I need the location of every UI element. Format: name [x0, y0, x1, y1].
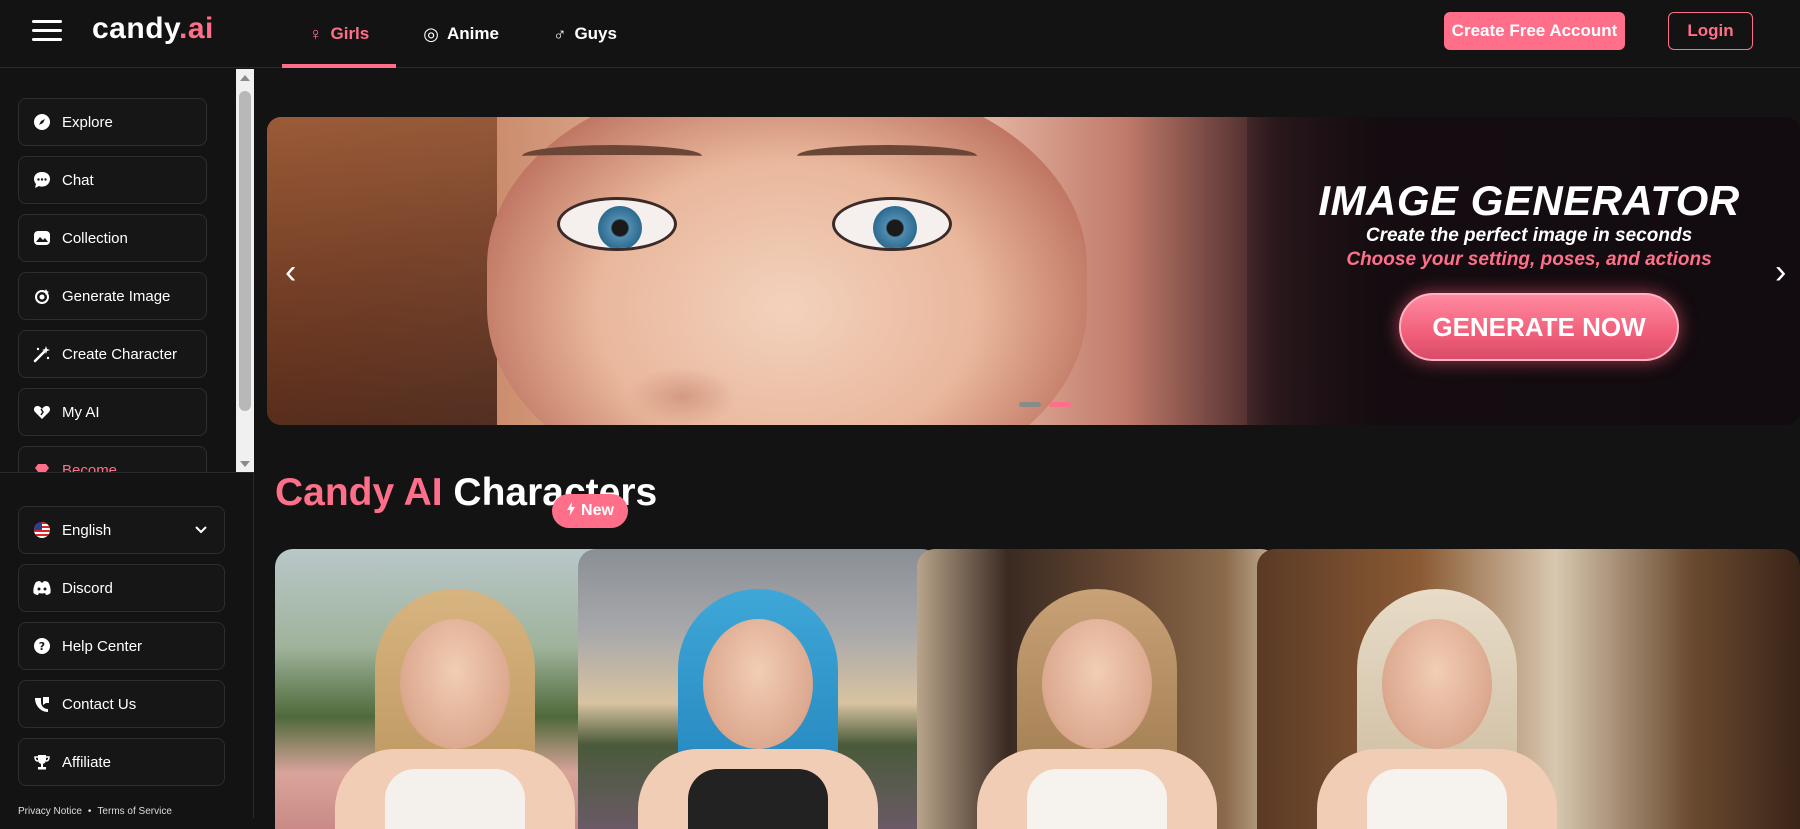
- footer-links: Privacy Notice • Terms of Service: [18, 806, 172, 817]
- card-outfit: [1027, 769, 1167, 829]
- us-flag-icon: [32, 520, 52, 540]
- separator-dot: •: [87, 806, 92, 817]
- anime-swirl-icon: ◎: [423, 24, 439, 44]
- sidebar-item-collection[interactable]: Collection: [18, 214, 207, 262]
- banner-nose: [627, 367, 737, 425]
- card-face: [400, 619, 510, 749]
- chat-bubble-icon: [32, 170, 52, 190]
- sidebar-item-become[interactable]: Become: [18, 446, 207, 473]
- card-outfit: [688, 769, 828, 829]
- scroll-down-arrow[interactable]: [240, 461, 250, 467]
- lightning-icon: [566, 501, 576, 521]
- sidebar-item-label: Collection: [62, 229, 128, 247]
- contact-icon: [32, 694, 52, 714]
- sidebar-item-discord[interactable]: Discord: [18, 564, 225, 612]
- top-header: candy.ai ♀ Girls ◎ Anime ♂ Guys Create F…: [0, 0, 1800, 68]
- language-select[interactable]: English: [18, 506, 225, 554]
- sidebar-item-generate-image[interactable]: Generate Image: [18, 272, 207, 320]
- banner-subtitle: Create the perfect image in seconds: [1365, 225, 1693, 246]
- logo[interactable]: candy.ai: [92, 12, 214, 46]
- logo-main: candy: [92, 12, 179, 45]
- character-card[interactable]: [578, 549, 940, 829]
- banner-brow-left: [522, 145, 702, 167]
- trophy-icon: [32, 752, 52, 772]
- help-icon: ?: [32, 636, 52, 656]
- sidebar-item-chat[interactable]: Chat: [18, 156, 207, 204]
- sidebar-item-contact-us[interactable]: Contact Us: [18, 680, 225, 728]
- banner-brow-right: [797, 145, 977, 167]
- hero-banner[interactable]: IMAGE GENERATOR Create the perfect image…: [267, 117, 1800, 425]
- tab-girls[interactable]: ♀ Girls: [282, 0, 397, 68]
- create-account-button[interactable]: Create Free Account: [1444, 12, 1625, 50]
- magic-wand-icon: [32, 344, 52, 364]
- new-badge: New: [552, 494, 628, 528]
- badge-label: New: [581, 502, 614, 519]
- carousel-dot[interactable]: [1019, 402, 1041, 407]
- banner-dark-panel: [1247, 117, 1800, 425]
- sidebar-item-explore[interactable]: Explore: [18, 98, 207, 146]
- generate-now-button[interactable]: GENERATE NOW: [1399, 293, 1679, 361]
- sidebar-item-affiliate[interactable]: Affiliate: [18, 738, 225, 786]
- banner-collage-image: [267, 117, 497, 425]
- menu-icon[interactable]: [32, 20, 62, 42]
- female-icon: ♀: [309, 24, 323, 44]
- sidebar-item-create-character[interactable]: Create Character: [18, 330, 207, 378]
- carousel-dots: [1019, 402, 1071, 407]
- banner-eye-right: [832, 197, 952, 251]
- sidebar-nav: Explore Chat Collection Generate Image C…: [0, 69, 254, 473]
- sidebar-item-label: Affiliate: [62, 753, 111, 771]
- banner-eye-left: [557, 197, 677, 251]
- carousel-dot-active[interactable]: [1049, 402, 1071, 407]
- login-button[interactable]: Login: [1668, 12, 1753, 50]
- chevron-down-icon: [194, 522, 208, 539]
- sidebar-item-label: Help Center: [62, 637, 143, 655]
- scroll-thumb[interactable]: [239, 91, 251, 411]
- sidebar-item-label: Generate Image: [62, 287, 171, 305]
- diamond-icon: [32, 460, 52, 472]
- sidebar: Explore Chat Collection Generate Image C…: [0, 69, 254, 818]
- chevron-right-icon[interactable]: ›: [1775, 255, 1786, 289]
- sidebar-scrollbar[interactable]: [236, 69, 254, 472]
- section-title-accent: Candy AI: [275, 471, 443, 514]
- sidebar-item-label: Chat: [62, 171, 94, 189]
- category-tabs: ♀ Girls ◎ Anime ♂ Guys: [282, 0, 644, 68]
- sidebar-item-label: My AI: [62, 403, 100, 421]
- sidebar-item-label: Explore: [62, 113, 113, 131]
- sidebar-item-label: Become: [62, 461, 118, 473]
- card-face: [703, 619, 813, 749]
- svg-text:?: ?: [39, 640, 45, 653]
- card-outfit: [385, 769, 525, 829]
- banner-title: IMAGE GENERATOR: [1318, 177, 1740, 224]
- tab-guys[interactable]: ♂ Guys: [526, 0, 644, 68]
- privacy-link[interactable]: Privacy Notice: [18, 806, 82, 817]
- tab-label: Guys: [574, 24, 617, 43]
- character-card[interactable]: [917, 549, 1279, 829]
- card-face: [1042, 619, 1152, 749]
- sidebar-item-label: Discord: [62, 579, 113, 597]
- card-outfit: [1367, 769, 1507, 829]
- character-card[interactable]: [1257, 549, 1800, 829]
- card-face: [1382, 619, 1492, 749]
- tab-label: Anime: [446, 24, 499, 43]
- tab-anime[interactable]: ◎ Anime: [396, 0, 526, 68]
- heart-icon: [32, 402, 52, 422]
- sidebar-item-help-center[interactable]: ? Help Center: [18, 622, 225, 670]
- tab-label: Girls: [330, 24, 370, 43]
- logo-accent: .ai: [178, 12, 214, 45]
- sidebar-item-label: Create Character: [62, 345, 178, 363]
- collection-icon: [32, 228, 52, 248]
- scroll-up-arrow[interactable]: [240, 75, 250, 81]
- terms-link[interactable]: Terms of Service: [97, 806, 171, 817]
- banner-subtitle-accent: Choose your setting, poses, and actions: [1346, 249, 1712, 270]
- language-label: English: [62, 521, 112, 539]
- discord-icon: [32, 578, 52, 598]
- generate-image-icon: [32, 286, 52, 306]
- sidebar-item-label: Contact Us: [62, 695, 137, 713]
- male-icon: ♂: [552, 24, 567, 44]
- chevron-left-icon[interactable]: ‹: [285, 255, 296, 289]
- main-content: IMAGE GENERATOR Create the perfect image…: [255, 69, 1800, 829]
- language-select-inner: English: [32, 520, 111, 540]
- sidebar-item-my-ai[interactable]: My AI: [18, 388, 207, 436]
- compass-icon: [32, 112, 52, 132]
